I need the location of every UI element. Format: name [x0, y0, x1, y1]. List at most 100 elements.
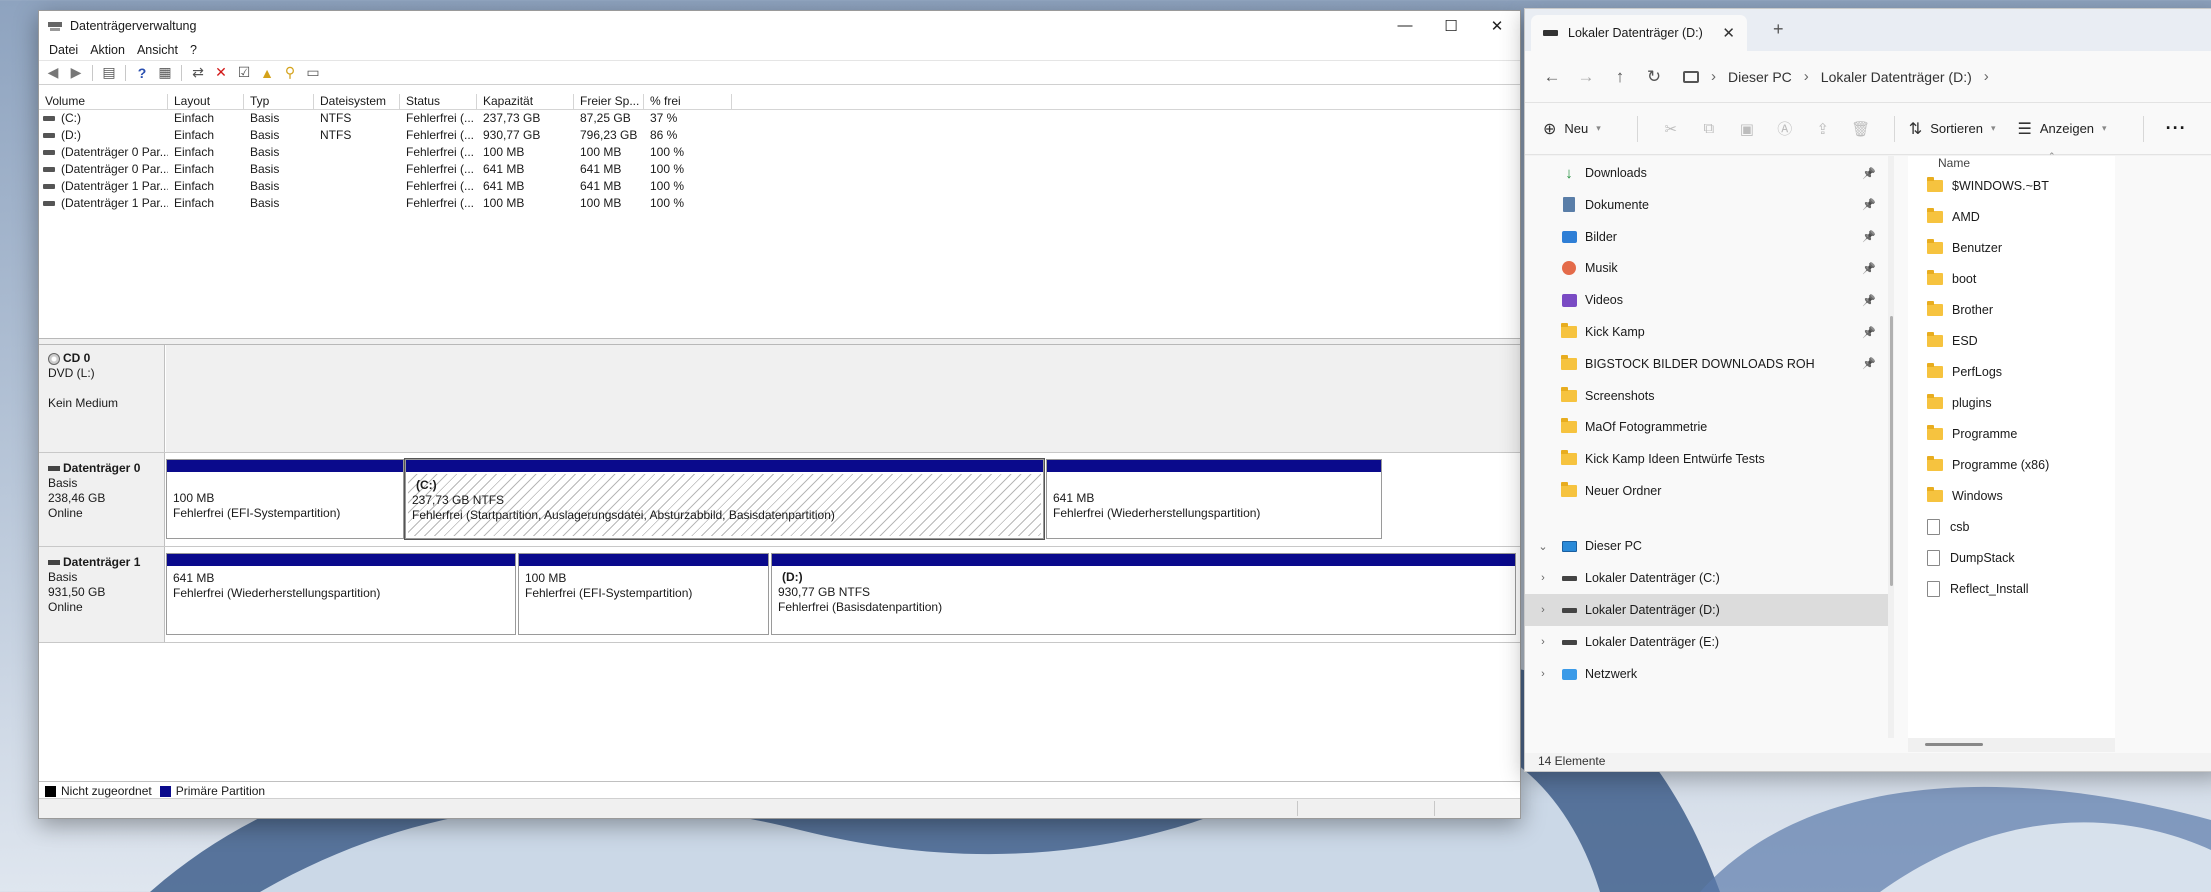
partition-recovery[interactable]: 641 MB Fehlerfrei (Wiederherstellungspar… [166, 553, 516, 635]
scrollbar-thumb[interactable] [1925, 743, 1983, 746]
check-icon[interactable]: ☑ [234, 63, 254, 83]
col-capacity[interactable]: Kapazität [477, 94, 574, 109]
table-row[interactable]: (Datenträger 0 Par... Einfach Basis Fehlerf… [39, 161, 1520, 178]
col-name[interactable]: Name [1938, 156, 1970, 170]
nav-drive[interactable]: › Lokaler Datenträger (D:) [1525, 594, 1888, 626]
file-list-item[interactable]: ESD [1908, 325, 2115, 356]
nav-quick-access-item[interactable]: MaOf Fotogrammetrie [1525, 411, 1888, 443]
minimize-button[interactable]: — [1382, 11, 1428, 40]
nav-drive[interactable]: › Lokaler Datenträger (C:) [1525, 562, 1888, 594]
breadcrumb-this-pc[interactable]: Dieser PC [1728, 69, 1792, 85]
partition-d[interactable]: (D:) 930,77 GB NTFS Fehlerfrei (Basisdat… [771, 553, 1516, 635]
pin-icon[interactable]: 📌 [1862, 167, 1876, 180]
close-button[interactable]: ✕ [1474, 11, 1520, 40]
new-button[interactable]: ⊕ Neu ▾ [1543, 119, 1601, 139]
file-list-item[interactable]: Brother [1908, 294, 2115, 325]
search-folder-icon[interactable]: ⚲ [280, 63, 300, 83]
new-tab-button[interactable]: + [1773, 19, 1784, 40]
address-bar[interactable]: › Dieser PC › Lokaler Datenträger (D:) › [1683, 68, 2001, 85]
nav-quick-access-item[interactable]: Videos 📌 [1525, 284, 1888, 316]
file-list-item[interactable]: PerfLogs [1908, 356, 2115, 387]
tab-local-disk-d[interactable]: Lokaler Datenträger (D:) ✕ [1531, 15, 1747, 51]
file-list-item[interactable]: csb [1908, 511, 2115, 542]
view-button[interactable]: ☰ Anzeigen ▾ [2017, 119, 2106, 139]
file-list-item[interactable]: Programme (x86) [1908, 449, 2115, 480]
up-arrow-icon[interactable]: ↑ [1603, 67, 1637, 87]
disk-info-0[interactable]: Datenträger 0 Basis 238,46 GB Online [39, 453, 165, 546]
pin-icon[interactable]: 📌 [1862, 294, 1876, 307]
partition-efi[interactable]: 100 MB Fehlerfrei (EFI-Systempartition) [518, 553, 769, 635]
partition-c[interactable]: (C:) 237,73 GB NTFS Fehlerfrei (Startpar… [404, 458, 1045, 540]
table-row[interactable]: (C:) Einfach Basis NTFS Fehlerfrei (... 237,7… [39, 110, 1520, 127]
col-percent-free[interactable]: % frei [644, 94, 732, 109]
file-list-item[interactable]: Programme [1908, 418, 2115, 449]
view-icon[interactable]: ▭ [303, 63, 323, 83]
console-tree-icon[interactable]: ▤ [99, 63, 119, 83]
copy-icon[interactable]: ⧉ [1690, 120, 1728, 137]
forward-arrow-icon[interactable]: → [1569, 67, 1603, 87]
delete-icon[interactable]: ✕ [211, 63, 231, 83]
col-type[interactable]: Typ [244, 94, 314, 109]
menu-ansicht[interactable]: Ansicht [133, 43, 186, 57]
properties-icon[interactable]: ▦ [155, 63, 175, 83]
connect-icon[interactable]: ⇄ [188, 63, 208, 83]
pin-icon[interactable]: 📌 [1862, 262, 1876, 275]
refresh-icon[interactable]: ↻ [1637, 67, 1671, 87]
nav-this-pc[interactable]: ⌄ Dieser PC [1525, 530, 1888, 562]
chevron-right-icon[interactable]: › [1535, 668, 1551, 680]
close-tab-icon[interactable]: ✕ [1722, 24, 1735, 42]
nav-quick-access-item[interactable]: Bilder 📌 [1525, 221, 1888, 253]
col-volume[interactable]: Volume [39, 94, 168, 109]
paste-icon[interactable]: ▣ [1728, 120, 1766, 138]
file-list-item[interactable]: Reflect_Install [1908, 573, 2115, 604]
nav-quick-access-item[interactable]: Musik 📌 [1525, 252, 1888, 284]
col-free-space[interactable]: Freier Sp... [574, 94, 644, 109]
pin-icon[interactable]: 📌 [1862, 326, 1876, 339]
help-icon[interactable]: ? [132, 63, 152, 83]
sort-button[interactable]: ⇅ Sortieren ▾ [1909, 119, 1996, 139]
nav-quick-access-item[interactable]: Dokumente 📌 [1525, 189, 1888, 221]
file-list-item[interactable]: AMD [1908, 201, 2115, 232]
chevron-right-icon[interactable]: › [1535, 572, 1551, 584]
chevron-down-icon[interactable]: ⌄ [1535, 540, 1551, 553]
disk-info-1[interactable]: Datenträger 1 Basis 931,50 GB Online [39, 547, 165, 642]
new-folder-icon[interactable]: ▲ [257, 63, 277, 83]
file-list-item[interactable]: Benutzer [1908, 232, 2115, 263]
title-bar[interactable]: Datenträgerverwaltung — ☐ ✕ [39, 11, 1520, 40]
nav-network[interactable]: › Netzwerk [1525, 658, 1888, 690]
menu-aktion[interactable]: Aktion [86, 43, 133, 57]
pane-splitter[interactable] [39, 338, 1520, 345]
forward-icon[interactable]: ▶ [66, 63, 86, 83]
nav-scrollbar[interactable] [1890, 316, 1893, 586]
file-list-item[interactable]: boot [1908, 263, 2115, 294]
maximize-button[interactable]: ☐ [1428, 11, 1474, 40]
nav-quick-access-item[interactable]: ↓ Downloads 📌 [1525, 157, 1888, 189]
cut-icon[interactable]: ✂ [1652, 120, 1690, 138]
rename-icon[interactable]: Ⓐ [1766, 118, 1804, 139]
menu-datei[interactable]: Datei [45, 43, 86, 57]
file-list-item[interactable]: $WINDOWS.~BT [1908, 170, 2115, 201]
partition-recovery[interactable]: 641 MB Fehlerfrei (Wiederherstellungspar… [1046, 459, 1382, 539]
chevron-right-icon[interactable]: › [1535, 636, 1551, 648]
col-layout[interactable]: Layout [168, 94, 244, 109]
table-row[interactable]: (Datenträger 1 Par... Einfach Basis Fehlerf… [39, 195, 1520, 212]
file-list-item[interactable]: plugins [1908, 387, 2115, 418]
chevron-right-icon[interactable]: › [1804, 68, 1809, 85]
delete-icon[interactable]: 🗑 [1842, 120, 1880, 138]
nav-drive[interactable]: › Lokaler Datenträger (E:) [1525, 626, 1888, 658]
chevron-right-icon[interactable]: › [1535, 604, 1551, 616]
col-filesystem[interactable]: Dateisystem [314, 94, 400, 109]
more-options-button[interactable]: ··· [2166, 118, 2187, 139]
col-status[interactable]: Status [400, 94, 477, 109]
back-icon[interactable]: ◀ [43, 63, 63, 83]
nav-quick-access-item[interactable]: Kick Kamp 📌 [1525, 316, 1888, 348]
file-list-item[interactable]: DumpStack [1908, 542, 2115, 573]
share-icon[interactable]: ⇪ [1804, 120, 1842, 138]
pin-icon[interactable]: 📌 [1862, 198, 1876, 211]
nav-quick-access-item[interactable]: Kick Kamp Ideen Entwürfe Tests [1525, 443, 1888, 475]
nav-quick-access-item[interactable]: Neuer Ordner [1525, 475, 1888, 507]
file-list-item[interactable]: Windows [1908, 480, 2115, 511]
chevron-right-icon[interactable]: › [1984, 68, 1989, 85]
nav-quick-access-item[interactable]: BIGSTOCK BILDER DOWNLOADS ROH 📌 [1525, 348, 1888, 380]
chevron-right-icon[interactable]: › [1711, 68, 1716, 85]
